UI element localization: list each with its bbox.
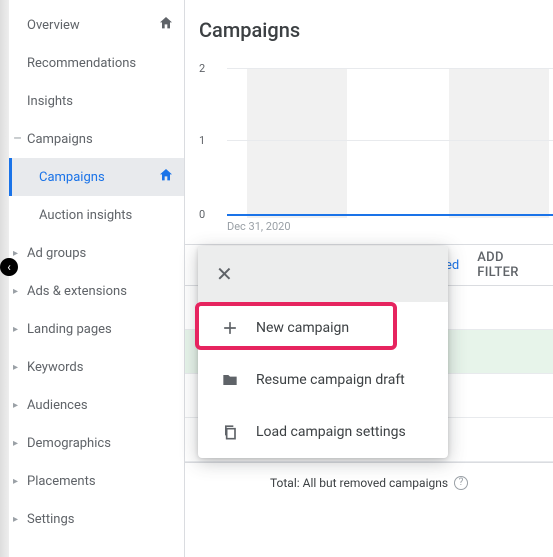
chevron-right-icon: ▸ <box>13 438 21 449</box>
sidebar-item-label: Settings <box>27 512 174 527</box>
sidebar-item-label: Auction insights <box>39 208 174 223</box>
sidebar-item-label: Overview <box>27 18 158 33</box>
close-icon[interactable]: ✕ <box>216 262 233 286</box>
sidebar-item-label: Recommendations <box>27 56 174 71</box>
sidebar-nav: Overview Recommendations Insights Campai… <box>9 0 185 557</box>
chart-ytick: 2 <box>199 62 205 75</box>
menu-item-new-campaign[interactable]: New campaign <box>198 302 448 354</box>
sidebar-item-label: Insights <box>27 94 174 109</box>
home-icon <box>158 167 174 187</box>
chart-xlabel: Dec 31, 2020 <box>227 220 291 233</box>
popover-header: ✕ <box>198 246 448 302</box>
menu-item-load-settings[interactable]: Load campaign settings <box>198 406 448 458</box>
sidebar-item-label: Landing pages <box>27 322 174 337</box>
chevron-right-icon: ▸ <box>13 400 21 411</box>
table-totals-row: Total: All but removed campaigns ? <box>185 462 553 502</box>
chart-baseline <box>227 214 553 216</box>
chevron-right-icon: ▸ <box>13 362 21 373</box>
sidebar-item-ad-groups[interactable]: ▸ Ad groups <box>9 234 184 272</box>
copy-icon <box>220 422 240 442</box>
sidebar-item-label: Ad groups <box>27 246 174 261</box>
sidebar-item-label: Ads & extensions <box>27 284 174 299</box>
menu-item-label: Resume campaign draft <box>256 372 405 388</box>
sidebar-item-label: Keywords <box>27 360 174 375</box>
chart-band <box>247 68 347 218</box>
page-title: Campaigns <box>185 0 553 42</box>
collapse-sidebar-button[interactable]: ‹ <box>0 258 18 276</box>
sidebar-item-auction-insights[interactable]: Auction insights <box>9 196 184 234</box>
chevron-right-icon: ▸ <box>13 514 21 525</box>
menu-item-label: New campaign <box>256 320 349 336</box>
chart-ytick: 1 <box>199 134 205 147</box>
sidebar-item-overview[interactable]: Overview <box>9 6 184 44</box>
menu-item-resume-draft[interactable]: Resume campaign draft <box>198 354 448 406</box>
sidebar-item-label: Placements <box>27 474 174 489</box>
sidebar-item-demographics[interactable]: ▸ Demographics <box>9 424 184 462</box>
left-gutter <box>0 0 9 557</box>
sidebar-item-label: Demographics <box>27 436 174 451</box>
chevron-left-icon: ‹ <box>7 260 11 274</box>
sidebar-item-label: Audiences <box>27 398 174 413</box>
sidebar-item-audiences[interactable]: ▸ Audiences <box>9 386 184 424</box>
sidebar-item-placements[interactable]: ▸ Placements <box>9 462 184 500</box>
home-icon <box>158 15 174 35</box>
chart-gridline <box>227 68 553 69</box>
folder-icon <box>220 370 240 390</box>
totals-label: Total: All but removed campaigns <box>270 476 448 490</box>
chevron-right-icon: ▸ <box>13 286 21 297</box>
sidebar-item-settings[interactable]: ▸ Settings <box>9 500 184 538</box>
sidebar-item-keywords[interactable]: ▸ Keywords <box>9 348 184 386</box>
sidebar-item-insights[interactable]: Insights <box>9 82 184 120</box>
sidebar-item-campaigns-group[interactable]: Campaigns <box>9 120 184 158</box>
sidebar-item-campaigns[interactable]: Campaigns <box>9 158 184 196</box>
help-icon[interactable]: ? <box>454 476 468 490</box>
sidebar-item-recommendations[interactable]: Recommendations <box>9 44 184 82</box>
performance-chart: 2 1 0 Dec 31, 2020 <box>199 68 553 238</box>
chevron-right-icon: ▸ <box>13 476 21 487</box>
menu-item-label: Load campaign settings <box>256 424 406 440</box>
chart-ytick: 0 <box>199 208 205 221</box>
minus-icon <box>13 131 21 147</box>
chevron-right-icon: ▸ <box>13 324 21 335</box>
chevron-right-icon: ▸ <box>13 248 21 259</box>
sidebar-item-ads-extensions[interactable]: ▸ Ads & extensions <box>9 272 184 310</box>
chart-gridline <box>227 140 553 141</box>
new-campaign-menu: ✕ New campaign Resume campaign draft Loa… <box>198 246 448 458</box>
sidebar-item-landing-pages[interactable]: ▸ Landing pages <box>9 310 184 348</box>
add-filter-button[interactable]: ADD FILTER <box>459 250 553 280</box>
sidebar-item-label: Campaigns <box>27 132 174 147</box>
plus-icon <box>220 318 240 338</box>
sidebar-item-label: Campaigns <box>39 170 158 185</box>
chart-band <box>449 68 549 218</box>
